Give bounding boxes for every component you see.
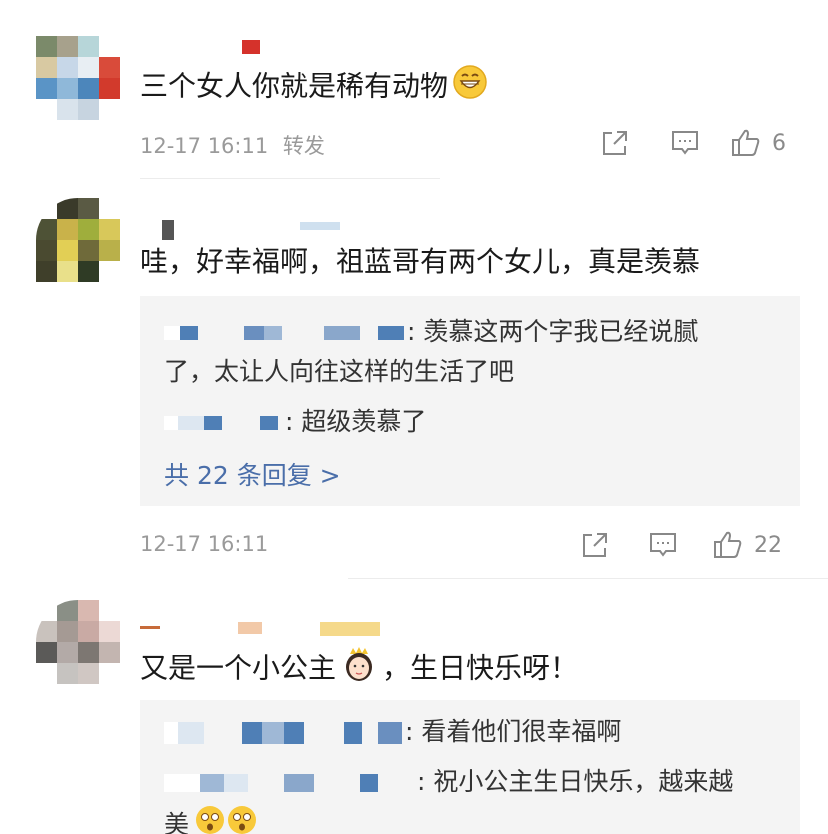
like-button[interactable]: 6 [730,126,786,160]
comment-icon [650,533,676,557]
share-button[interactable] [600,126,630,160]
timestamp: 12-17 16:11 [140,532,269,556]
princess-emoji [342,646,376,693]
reply-1-cont: 了，太让人向往这样的生活了吧 [164,357,515,386]
divider [140,178,440,179]
reply-username-blurred[interactable] [164,722,402,744]
repost-link[interactable]: 转发 [283,134,325,158]
comment-2: 哇，好幸福啊，祖蓝哥有两个女儿，真是羡慕 : 羡慕这两个字我已经说腻 了，太让人… [0,180,828,580]
share-button[interactable] [580,528,610,562]
username-blurred[interactable] [140,620,460,642]
username-blurred[interactable] [140,40,460,62]
comment-button[interactable] [648,528,678,562]
avatar[interactable] [36,36,120,120]
comment-button[interactable] [670,126,700,160]
comment-icon [672,131,698,155]
like-count: 6 [772,130,786,156]
avatar[interactable] [36,600,120,684]
reply-2[interactable]: : 祝小公主生日快乐，越来越 [164,762,733,802]
like-button[interactable]: 22 [712,528,782,562]
share-icon [603,131,627,155]
reply-panel: : 看着他们很幸福啊 : 祝小公主生日快乐，越来越 美 [140,700,800,834]
comment-text: 哇，好幸福啊，祖蓝哥有两个女儿，真是羡慕 [140,245,701,278]
reply-panel: : 羡慕这两个字我已经说腻 了，太让人向往这样的生活了吧 : 超级羡慕了 共 2… [140,296,800,506]
comment-actions: 22 [580,528,800,562]
comment-actions: 6 [600,126,800,160]
reply-username-blurred[interactable] [164,774,414,792]
flushed-face-emoji [195,804,259,834]
reply-2-cont: 美 [164,804,259,834]
reply-1[interactable]: : 羡慕这两个字我已经说腻 [164,312,698,352]
grinning-face-emoji [452,64,488,111]
reply-2[interactable]: : 超级羡慕了 [164,402,426,442]
comment-meta: 12-17 16:11 转发 [140,130,325,160]
comment-meta: 12-17 16:11 [140,532,268,556]
share-icon [583,533,607,557]
reply-username-blurred[interactable] [164,326,404,340]
like-count: 22 [754,532,782,558]
comment-3: 又是一个小公主 ，生日快乐呀！ : 看着他们很幸福啊 : 祝小公主生日快乐，越来… [0,580,828,834]
more-replies-link[interactable]: 共 22 条回复 > [164,456,341,492]
username-blurred[interactable] [140,218,460,240]
thumbs-up-icon [732,129,760,156]
thumbs-up-icon [714,531,742,558]
reply-1[interactable]: : 看着他们很幸福啊 [164,712,621,752]
comment-text: 三个女人你就是稀有动物 [140,64,488,111]
comment-1: 三个女人你就是稀有动物 12-17 16:11 转发 6 [0,0,828,180]
comment-text: 又是一个小公主 ，生日快乐呀！ [140,646,578,693]
reply-username-blurred[interactable] [164,416,282,430]
avatar[interactable] [36,198,120,282]
timestamp: 12-17 16:11 [140,134,269,158]
divider [348,578,828,579]
